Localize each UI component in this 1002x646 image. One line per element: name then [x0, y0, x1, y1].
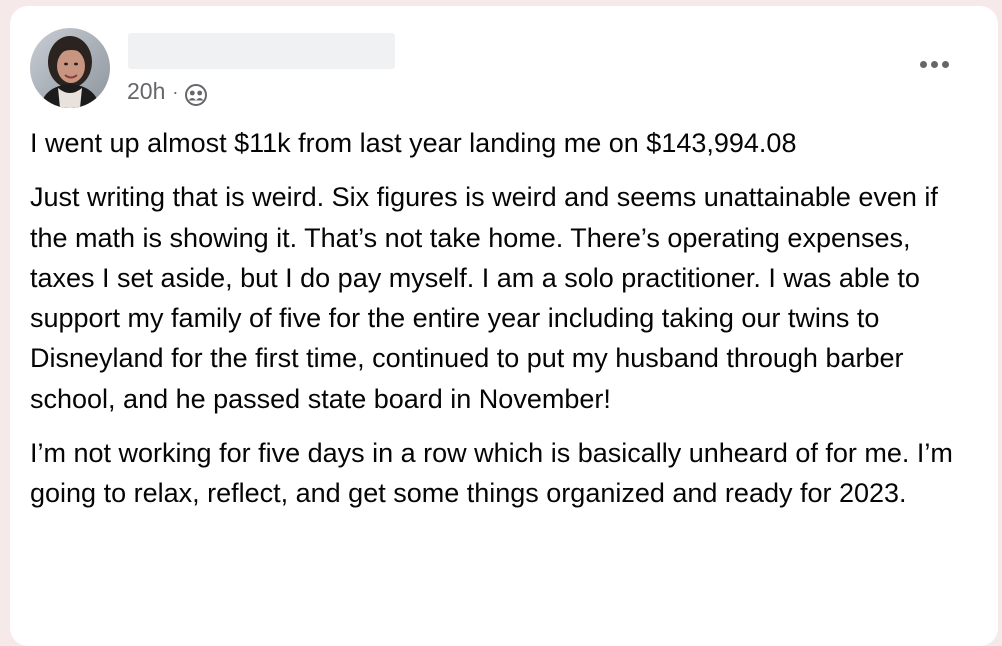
post-timestamp[interactable]: 20h	[127, 78, 165, 105]
friends-icon[interactable]	[184, 83, 208, 107]
more-options-icon	[919, 60, 927, 68]
post-meta: 20h ·	[127, 74, 208, 108]
post-paragraph: Just writing that is weird. Six figures …	[30, 182, 938, 414]
post-paragraph: I’m not working for five days in a row w…	[30, 438, 953, 509]
avatar[interactable]	[30, 28, 110, 108]
more-options-button[interactable]	[914, 54, 954, 74]
author-name-redacted[interactable]	[128, 33, 395, 69]
post-card: 20h · I went up almost $11k from last ye…	[10, 6, 998, 646]
meta-separator: ·	[172, 81, 179, 102]
post-paragraph: I went up almost $11k from last year lan…	[30, 128, 797, 158]
post-text: I went up almost $11k from last year lan…	[30, 123, 980, 528]
